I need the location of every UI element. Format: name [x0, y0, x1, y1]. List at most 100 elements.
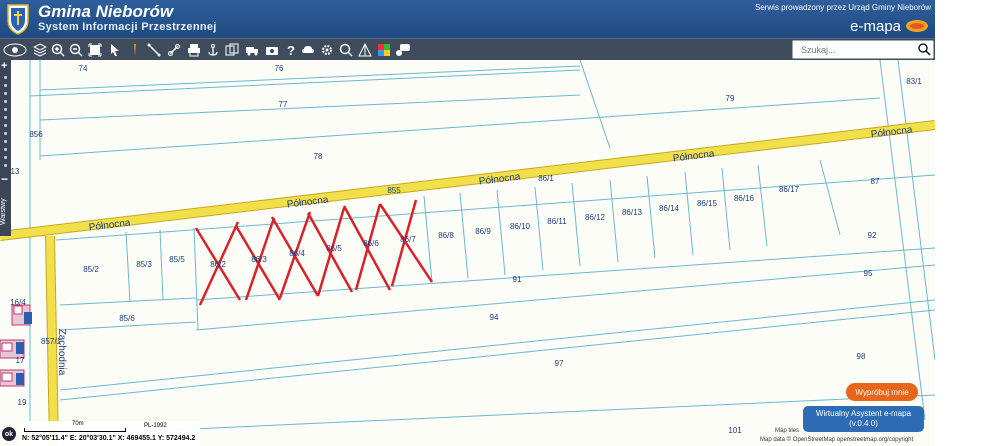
parcel-label: 83/1 — [906, 77, 922, 86]
assistant-title: Wirtualny Asystent e-mapa — [815, 409, 912, 418]
search-input[interactable] — [799, 42, 915, 58]
zoom-plus-icon[interactable]: + — [1, 61, 7, 72]
parcel-label: 79 — [726, 94, 735, 103]
virtual-assistant-button[interactable]: Wirtualny Asystent e-mapa (v.0.4.0) — [803, 406, 924, 432]
parcel-label: 86/15 — [697, 199, 718, 208]
parcel-label: 86/8 — [438, 231, 454, 240]
street-label: Zachodnia — [56, 329, 67, 376]
try-assistant-button[interactable]: Wypróbuj mnie — [846, 383, 918, 401]
parcel-label: 19 — [18, 398, 27, 407]
page-margin — [935, 0, 1000, 446]
parcel-label: 87 — [871, 177, 880, 186]
full-extent-icon[interactable] — [86, 41, 104, 59]
app-header: Gmina Nieborów System Informacji Przestr… — [0, 0, 935, 38]
parcel-label: 76 — [275, 64, 284, 73]
zoom-step[interactable] — [4, 148, 7, 151]
assistant-version: (v.0.4.0) — [849, 419, 878, 428]
coordinate-readout: N: 52°05'11.4" E: 20°03'30.1" X: 469455.… — [22, 435, 196, 442]
parcel-label: 94 — [490, 313, 499, 322]
parcel-label: 98 — [857, 352, 866, 361]
cloud-icon[interactable] — [299, 41, 317, 59]
parcel-label: 86/4 — [289, 249, 305, 258]
layers-icon[interactable] — [31, 41, 49, 59]
anchor-icon[interactable] — [204, 41, 222, 59]
app-subtitle: System Informacji Przestrzennej — [38, 21, 217, 33]
parcel-label: 86/5 — [326, 244, 342, 253]
zoom-step[interactable] — [4, 132, 7, 135]
ok-button[interactable]: ok — [2, 427, 16, 441]
truck-icon[interactable] — [243, 41, 261, 59]
parcel-label: 101 — [728, 426, 742, 435]
zoom-out-icon[interactable] — [67, 41, 85, 59]
map-canvas[interactable]: 74 76 77 78 79 83/1 856 13 855 86/1 87 8… — [0, 60, 935, 446]
brand-name[interactable]: e-mapa — [850, 18, 901, 35]
map-mode-icon[interactable] — [2, 41, 28, 59]
coat-of-arms-logo — [7, 4, 29, 35]
camera-icon[interactable] — [263, 41, 281, 59]
parcel-label: 85/5 — [169, 255, 185, 264]
zoom-step[interactable] — [4, 140, 7, 143]
link-icon[interactable] — [165, 41, 183, 59]
parcel-label: 86/9 — [475, 227, 491, 236]
scale-bar — [24, 428, 126, 432]
parcel-label: 78 — [314, 152, 323, 161]
parcel-label: 86/16 — [734, 194, 755, 203]
parcel-label: 13 — [11, 167, 20, 176]
parcel-label: 86/14 — [659, 204, 680, 213]
emapa-logo-icon — [906, 20, 928, 32]
zoom-step[interactable] — [4, 92, 7, 95]
parcel-label: 17 — [16, 356, 25, 365]
parcel-label: 856 — [29, 130, 43, 139]
parcel-label: 97 — [555, 359, 564, 368]
zoom-step[interactable] — [4, 164, 7, 167]
scale-label: 70m — [72, 421, 84, 427]
print-icon[interactable] — [185, 41, 203, 59]
distance-icon[interactable] — [356, 41, 374, 59]
crs-select[interactable]: PL-1992 — [144, 423, 167, 429]
parcel-label: 95 — [864, 269, 873, 278]
parcel-label: 86/1 — [538, 174, 554, 183]
parcel-label: 86/17 — [779, 185, 800, 194]
zoom-step[interactable] — [4, 116, 7, 119]
parcel-label: 16/4 — [10, 298, 26, 307]
parcel-label: 86/13 — [622, 208, 643, 217]
zoom-slider[interactable]: + − — [0, 60, 11, 188]
zoom-step[interactable] — [4, 124, 7, 127]
zoom-step[interactable] — [4, 76, 7, 79]
parcel-label: 85/3 — [136, 260, 152, 269]
parcel-label: 77 — [279, 100, 288, 109]
zoom-step[interactable] — [4, 84, 7, 87]
parcel-label: 86/11 — [547, 217, 567, 226]
measure-line-icon[interactable] — [145, 41, 163, 59]
settings-icon[interactable] — [318, 41, 336, 59]
parcel-label: 86/2 — [210, 260, 226, 269]
search-box[interactable] — [792, 40, 934, 59]
parcel-label: 86/3 — [251, 255, 267, 264]
pencil-icon[interactable] — [125, 41, 143, 59]
comment-icon[interactable] — [394, 41, 412, 59]
map-data-attribution[interactable]: Map data © OpenStreetMap openstreetmap.o… — [760, 437, 913, 443]
app-title: Gmina Nieborów — [38, 2, 174, 21]
zoom-step[interactable] — [4, 108, 7, 111]
zoom-minus-icon[interactable]: − — [1, 173, 8, 185]
zoom-in-icon[interactable] — [49, 41, 67, 59]
export-icon[interactable] — [223, 41, 241, 59]
parcel-label: 74 — [79, 64, 88, 73]
layers-panel-toggle[interactable]: Warstwy — [0, 188, 11, 236]
parcel-label: 92 — [868, 231, 877, 240]
search-icon[interactable] — [917, 42, 931, 56]
zoom-step[interactable] — [4, 100, 7, 103]
scale-and-coords-panel: 70m PL-1992 N: 52°05'11.4" E: 20°03'30.1… — [20, 421, 200, 446]
zoom-step[interactable] — [4, 156, 7, 159]
help-icon[interactable]: ? — [282, 41, 300, 59]
parcel-label: 86/6 — [363, 239, 379, 248]
parcel-label: 85/6 — [119, 314, 135, 323]
color-icon[interactable] — [375, 41, 393, 59]
parcel-label: 86/7 — [400, 235, 416, 244]
select-arrow-icon[interactable] — [106, 41, 124, 59]
zoom-tool-icon[interactable] — [337, 41, 355, 59]
parcel-label: 855 — [387, 186, 401, 195]
map-background — [0, 60, 935, 446]
parcel-label: 86/10 — [510, 222, 531, 231]
parcel-label: 86/12 — [585, 213, 606, 222]
